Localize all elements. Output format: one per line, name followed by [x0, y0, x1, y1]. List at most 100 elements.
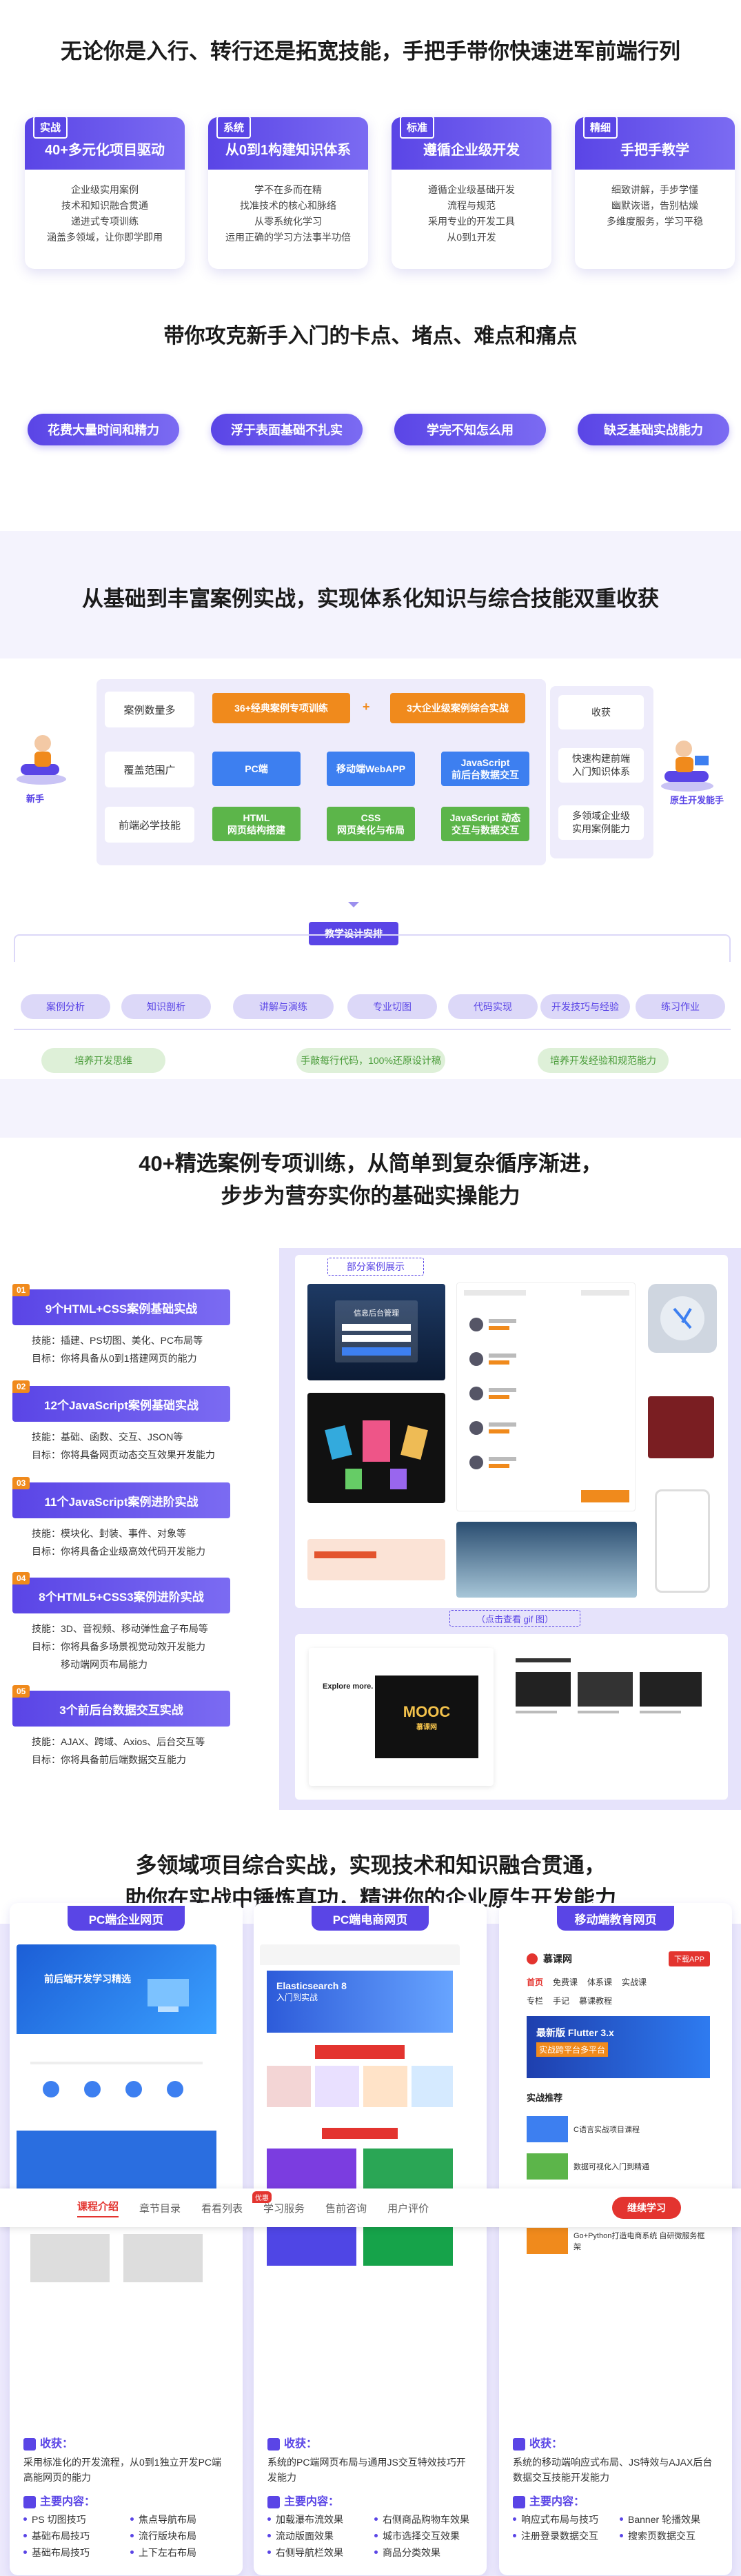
case-number: 02	[12, 1380, 30, 1393]
gain-label: 收获：	[40, 2438, 74, 2450]
es-title: Elasticsearch 8	[276, 1980, 347, 1991]
gif-label[interactable]: （点击查看 gif 图）	[449, 1610, 580, 1627]
feature-line: 学不在多而在精	[254, 184, 322, 195]
course-tab[interactable]: 章节目录	[139, 2201, 181, 2215]
novice-label: 新手	[26, 794, 45, 804]
course-row[interactable]: Go+Python打造电商系统 自研微服务框架	[518, 2222, 718, 2260]
tile-screenshot	[648, 1396, 714, 1458]
tech-chip: 3大企业级案例综合实战	[390, 693, 525, 723]
pain-point-pill: 缺乏基础实战能力	[578, 414, 729, 445]
feature-line: 从零系统化学习	[254, 216, 322, 227]
mobile-tab[interactable]: 实战课	[622, 1976, 647, 1988]
teaching-goal: 手敲每行代码，100%还原设计稿	[296, 1048, 445, 1073]
feature-card: 实战 40+多元化项目驱动 企业级实用案例 技术和知识融合贯通 递进式专项训练 涵盖多领域…	[25, 117, 185, 269]
banner-screenshot	[307, 1539, 445, 1580]
tech-chip: JavaScript 动态 交互与数据交互	[441, 807, 529, 841]
continue-learning-button[interactable]: 继续学习	[612, 2197, 681, 2219]
project-title: 移动端教育网页	[557, 1906, 674, 1931]
bullet-icon	[513, 2517, 516, 2521]
case-goal-cont: 移动端网页布局能力	[61, 1659, 148, 1670]
case-card: 12个JavaScript案例基础实战 02	[12, 1380, 230, 1422]
feature-lines: 企业级实用案例 技术和知识融合贯通 递进式专项训练 涵盖多领域，让你即学即用	[25, 170, 185, 245]
bullet-icon	[374, 2550, 378, 2554]
teaching-method: 开发技巧与经验	[540, 994, 630, 1019]
tech-chip: 36+经典案例专项训练	[212, 693, 350, 723]
mobile-tab[interactable]: 慕课教程	[579, 1995, 612, 2006]
pc-ecommerce-screenshot: Elasticsearch 8 入门到实战	[260, 1944, 460, 2365]
mooc-screenshot: Explore more. MOOC 慕课网	[309, 1648, 494, 1786]
section1-subtitle: 带你攻克新手入门的卡点、堵点、难点和痛点	[163, 325, 578, 348]
bullet-icon	[513, 2534, 516, 2537]
discount-badge: 优惠	[252, 2191, 272, 2203]
mooc-sub: 慕课网	[416, 1723, 437, 1731]
case-goal: 目标：你将具备多场景视觉动效开发能力	[32, 1641, 205, 1652]
course-thumb	[527, 2116, 568, 2142]
section4-title-1: 多领域项目综合实战，实现技术和知识融合贯通，	[135, 1853, 606, 1878]
points-row: 主要内容：	[513, 2492, 720, 2508]
bullet-icon	[130, 2550, 134, 2554]
gain-label: 收获：	[284, 2438, 318, 2450]
mobile-screenshot	[655, 1489, 710, 1593]
video-screenshot	[456, 1522, 637, 1598]
list-icon	[23, 2495, 36, 2508]
teaching-method: 案例分析	[21, 994, 110, 1019]
mobile-tab[interactable]: 体系课	[587, 1976, 612, 1988]
rec-label: 实战推荐	[527, 2093, 563, 2103]
point-item: 上下左右布局	[130, 2546, 230, 2559]
feature-line: 多维度服务，学习平稳	[607, 216, 703, 227]
point-item: PS 切图技巧	[23, 2513, 123, 2526]
login-screenshot: 信息后台管理	[307, 1284, 445, 1380]
gain-icon	[267, 2437, 280, 2451]
feature-lines: 学不在多而在精 找准技术的核心和脉络 从零系统化学习 运用正确的学习方法事半功倍	[208, 170, 368, 245]
project-info: 收获： 系统的PC端网页布局与通用JS交互特效技巧开发能力 主要内容： 加载瀑布流效果…	[267, 2434, 474, 2559]
course-tab[interactable]: 课程介绍	[77, 2199, 119, 2217]
case-goal: 目标：你将具备网页动态交互效果开发能力	[32, 1449, 215, 1460]
point-item: 响应式布局与技巧	[513, 2513, 613, 2526]
teaching-method: 知识剖析	[121, 994, 211, 1019]
feature-line: 流程与规范	[447, 200, 496, 211]
feature-line: 采用专业的开发工具	[428, 216, 515, 227]
course-row[interactable]: 数据可视化入门到精通	[518, 2148, 718, 2185]
course-tab[interactable]: 用户评价	[387, 2201, 429, 2215]
course-title: Go+Python打造电商系统 自研微服务框架	[573, 2232, 705, 2251]
case-number: 05	[12, 1685, 30, 1698]
course-thumb	[527, 2228, 568, 2254]
course-tab[interactable]: 售前咨询	[325, 2201, 367, 2215]
list-icon	[267, 2495, 280, 2508]
feature-lines: 细致讲解，手步学懂 幽默诙谐，告别枯燥 多维度服务，学习平稳	[575, 170, 735, 230]
tech-chip: 移动端WebAPP	[327, 752, 415, 786]
course-row[interactable]: C语言实战项目课程	[518, 2111, 718, 2148]
gain-text: 系统的移动端响应式布局、JS特效与AJAX后台数据交互技能开发能力	[513, 2457, 713, 2483]
bullet-icon	[23, 2550, 27, 2554]
bullet-icon	[374, 2517, 378, 2521]
case-card: 11个JavaScript案例进阶实战 03	[12, 1477, 230, 1518]
course-tab[interactable]: 学习服务	[263, 2201, 305, 2215]
pc-enterprise-screenshot: 前后端开发学习精选	[17, 1944, 216, 2365]
project-title: PC端企业网页	[68, 1906, 185, 1931]
mobile-tab[interactable]: 免费课	[553, 1976, 578, 1988]
feature-tag: 系统	[216, 117, 252, 139]
feature-line: 遵循企业级基础开发	[428, 184, 515, 195]
es-sub: 入门到实战	[276, 1993, 318, 2002]
tech-chip: CSS 网页美化与布局	[327, 807, 415, 841]
bullet-icon	[23, 2534, 27, 2537]
section3-title-2: 步步为营夯实你的基础实操能力	[221, 1184, 520, 1208]
course-title: C语言实战项目课程	[573, 2126, 640, 2134]
tech-row-label: 案例数量多	[105, 692, 194, 727]
course-tab[interactable]: 看看列表	[201, 2201, 243, 2215]
mobile-tab[interactable]: 首页	[527, 1976, 543, 1988]
mobile-tab[interactable]: 手记	[553, 1995, 569, 2006]
case-title: 9个HTML+CSS案例基础实战	[45, 1302, 198, 1316]
harvest-item: 快速构建前端 入门知识体系	[558, 748, 644, 783]
mobile-tab[interactable]: 专栏	[527, 1995, 543, 2006]
download-app-button[interactable]: 下载APP	[668, 1951, 710, 1966]
feature-line: 企业级实用案例	[71, 184, 139, 195]
gain-row: 收获：	[267, 2434, 474, 2451]
gain-icon	[23, 2437, 36, 2451]
bullet-icon	[267, 2534, 271, 2537]
flutter-title: 最新版 Flutter 3.x	[536, 2027, 614, 2038]
feature-line: 找准技术的核心和脉络	[240, 200, 336, 211]
point-item: 商品分类效果	[374, 2546, 474, 2559]
points-label: 主要内容：	[529, 2496, 585, 2508]
course-tabbar: 课程介绍 章节目录 看看列表 学习服务 售前咨询 用户评价 优惠 继续学习	[0, 2188, 741, 2227]
